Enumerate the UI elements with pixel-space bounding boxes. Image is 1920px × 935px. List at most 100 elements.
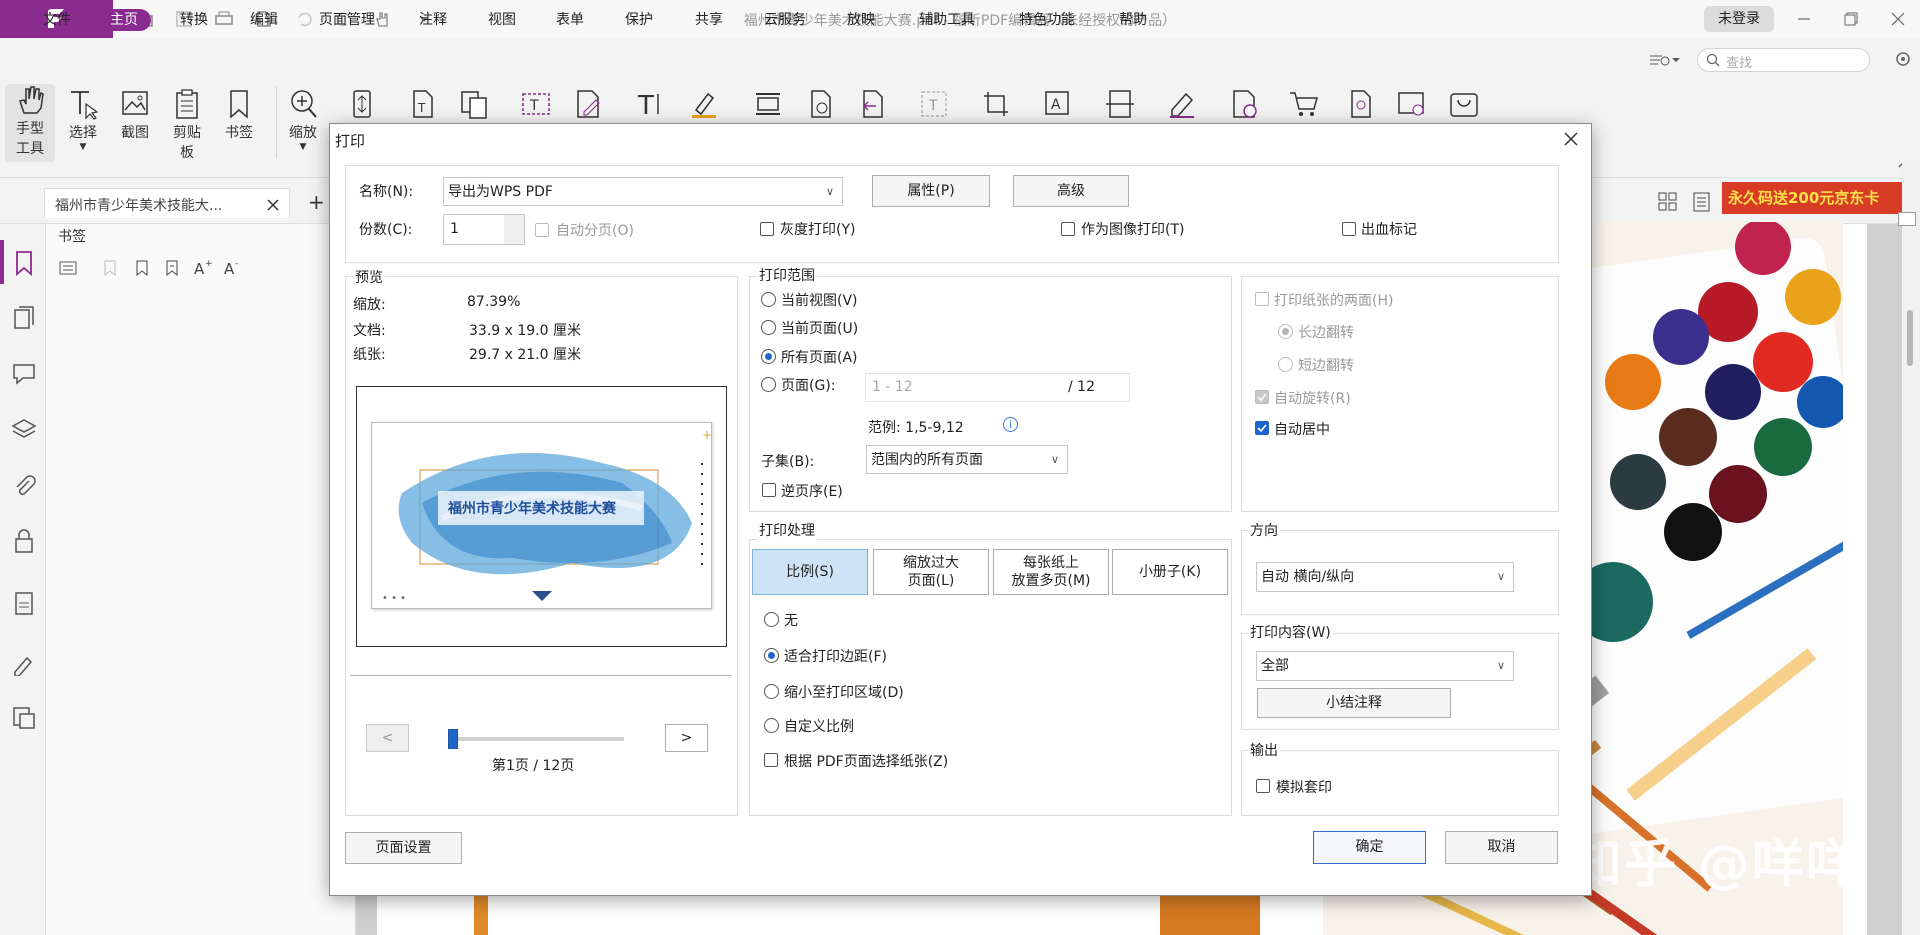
copies-stepper[interactable]	[504, 215, 524, 244]
close-window-icon[interactable]	[1878, 6, 1918, 32]
edit-object-icon[interactable]	[572, 88, 604, 120]
list-view-icon[interactable]	[1692, 192, 1712, 212]
text-box-icon[interactable]: T	[406, 88, 438, 120]
menu-page-management[interactable]: 页面管理	[306, 9, 388, 31]
menu-share[interactable]: 共享	[682, 9, 736, 31]
eraser-icon[interactable]	[1166, 88, 1198, 120]
menu-help[interactable]: 帮助	[1106, 9, 1160, 31]
fit-margins-radio[interactable]	[764, 648, 779, 663]
remove-security-icon[interactable]	[1228, 88, 1260, 120]
scale-none-radio[interactable]	[764, 612, 779, 627]
hand-tool-button[interactable]: 手型 工具	[5, 84, 55, 162]
fit-page-icon[interactable]	[346, 88, 378, 120]
paper-by-pdf-checkbox[interactable]	[764, 753, 778, 767]
select-tool-button[interactable]: 选择 ▼	[58, 88, 108, 152]
fill-text-icon[interactable]: A	[1042, 88, 1074, 120]
page-slider-thumb[interactable]	[448, 729, 458, 749]
extract-page-icon[interactable]	[856, 88, 888, 120]
screenshot-button[interactable]: 截图	[110, 88, 160, 142]
highlight-icon[interactable]	[688, 88, 720, 120]
settings-gear-icon[interactable]	[1894, 50, 1912, 68]
menu-form[interactable]: 表单	[543, 9, 597, 31]
bag-icon[interactable]	[1448, 88, 1480, 120]
expand-bookmark-icon[interactable]	[162, 258, 182, 278]
search-options-icon[interactable]	[1648, 48, 1682, 72]
prev-page-button[interactable]: <	[366, 724, 409, 752]
content-panel-icon[interactable]	[11, 705, 37, 731]
thumbnail-view-icon[interactable]	[1658, 192, 1678, 212]
collate-checkbox[interactable]	[535, 223, 549, 237]
subset-select[interactable]: 范围内的所有页面 ∨	[866, 445, 1068, 474]
info-icon[interactable]: i	[1003, 417, 1018, 432]
security-panel-icon[interactable]	[11, 528, 37, 554]
menu-slideshow[interactable]: 放映	[834, 9, 888, 31]
duplex-checkbox[interactable]	[1255, 292, 1269, 306]
split-view-icon[interactable]	[1898, 212, 1916, 226]
promo-banner[interactable]: 永久码送200元京东卡	[1722, 182, 1920, 214]
short-edge-radio[interactable]	[1278, 357, 1293, 372]
comments-panel-icon[interactable]	[11, 360, 37, 386]
menu-cloud[interactable]: 云服务	[751, 9, 819, 31]
form-settings-icon[interactable]	[1396, 88, 1428, 120]
ocr-text-icon[interactable]: T	[918, 88, 950, 120]
properties-button[interactable]: 属性(P)	[872, 175, 990, 207]
clipboard-button[interactable]: 剪贴 板	[162, 88, 212, 162]
increase-font-icon[interactable]: A +	[192, 258, 213, 278]
close-tab-icon[interactable]	[267, 199, 279, 211]
pages-panel-icon[interactable]	[11, 305, 37, 331]
current-page-radio[interactable]	[761, 320, 776, 335]
new-bookmark-icon[interactable]	[132, 258, 152, 278]
ok-button[interactable]: 确定	[1313, 831, 1426, 864]
advanced-button[interactable]: 高级	[1013, 175, 1129, 207]
orientation-select[interactable]: 自动 横向/纵向 ∨	[1256, 562, 1514, 592]
auto-center-checkbox[interactable]	[1255, 421, 1269, 435]
menu-protect[interactable]: 保护	[612, 9, 666, 31]
bleed-marks-checkbox[interactable]	[1342, 222, 1356, 236]
summarize-comments-button[interactable]: 小结注释	[1257, 688, 1451, 718]
zoom-button[interactable]: 缩放 ▼	[278, 88, 328, 152]
next-page-button[interactable]: >	[665, 724, 708, 752]
document-props-icon[interactable]	[11, 590, 37, 616]
rotate-page-icon[interactable]	[804, 88, 836, 120]
simulate-overprint-checkbox[interactable]	[1256, 779, 1270, 793]
header-footer-icon[interactable]	[752, 88, 784, 120]
long-edge-radio[interactable]	[1278, 324, 1293, 339]
page-range-input[interactable]: 1 - 12 / 12	[865, 373, 1130, 402]
page-slider-track[interactable]	[448, 729, 624, 749]
store-cart-icon[interactable]	[1288, 88, 1320, 120]
all-pages-radio[interactable]	[761, 349, 776, 364]
bookmark-options-icon[interactable]	[58, 258, 78, 278]
layers-panel-icon[interactable]	[11, 417, 37, 443]
select-dropdown-icon[interactable]: ▼	[58, 142, 108, 152]
attachment-panel-icon[interactable]	[11, 473, 37, 499]
page-setup-button[interactable]: 页面设置	[345, 832, 462, 864]
menu-annotate[interactable]: 注释	[406, 9, 460, 31]
print-as-image-checkbox[interactable]	[1061, 222, 1075, 236]
shrink-radio[interactable]	[764, 684, 779, 699]
crop-page-icon[interactable]	[980, 88, 1012, 120]
menu-view[interactable]: 视图	[475, 9, 529, 31]
copy-pages-icon[interactable]	[458, 88, 490, 120]
pages-radio[interactable]	[761, 377, 776, 392]
menu-file[interactable]: 文件	[30, 9, 84, 31]
print-content-select[interactable]: 全部 ∨	[1256, 651, 1514, 681]
menu-home[interactable]: 主页	[97, 9, 151, 31]
login-button[interactable]: 未登录	[1704, 6, 1774, 32]
dialog-close-icon[interactable]	[1560, 128, 1582, 150]
scrollbar-thumb[interactable]	[1907, 310, 1913, 366]
custom-scale-radio[interactable]	[764, 718, 779, 733]
add-text-icon[interactable]: T	[634, 88, 666, 121]
edit-text-icon[interactable]: T	[520, 88, 552, 120]
restore-icon[interactable]	[1831, 6, 1871, 32]
reverse-order-checkbox[interactable]	[762, 483, 776, 497]
split-doc-icon[interactable]	[1104, 88, 1136, 120]
auto-rotate-checkbox[interactable]	[1255, 390, 1269, 404]
document-tab[interactable]: 福州市青少年美术技能大...	[44, 188, 290, 218]
menu-edit[interactable]: 编辑	[237, 9, 291, 31]
printer-select[interactable]: 导出为WPS PDF ∨	[443, 177, 843, 206]
file-lock-icon[interactable]	[1344, 88, 1376, 120]
menu-features[interactable]: 特色功能	[1006, 9, 1088, 31]
copies-spinner[interactable]: 1	[443, 214, 525, 245]
bookmark-button[interactable]: 书签	[214, 88, 264, 142]
new-tab-plus-icon[interactable]: +	[308, 192, 328, 212]
